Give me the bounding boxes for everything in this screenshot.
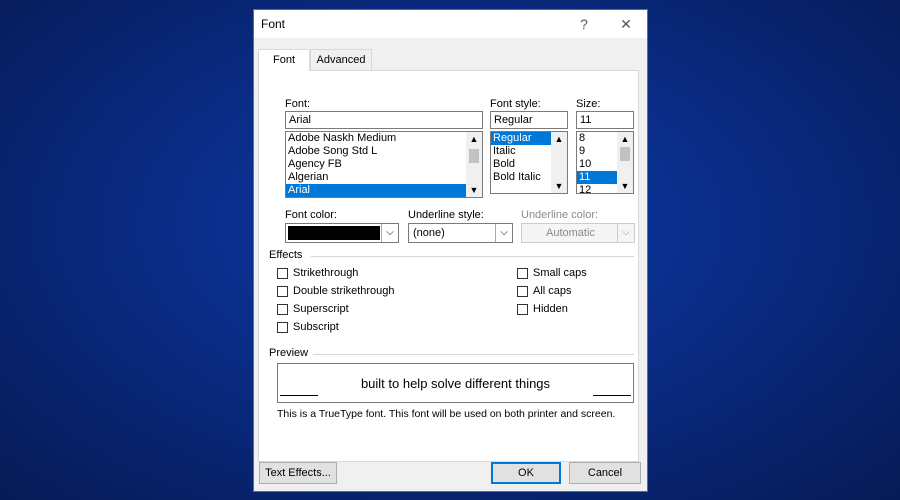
chevron-down-icon[interactable]: ⌵ bbox=[381, 224, 398, 242]
checkbox-strikethrough[interactable] bbox=[277, 268, 288, 279]
font-list[interactable]: Adobe Naskh Medium Adobe Song Std L Agency… bbox=[285, 131, 483, 198]
font-list-item[interactable]: Adobe Naskh Medium bbox=[286, 132, 482, 145]
font-color-swatch bbox=[288, 226, 380, 240]
preview-baseline-left bbox=[280, 395, 318, 396]
preview-box: built to help solve different things bbox=[277, 363, 634, 403]
chevron-down-icon: ⌵ bbox=[617, 224, 634, 242]
size-list[interactable]: 8 9 10 11 12 ▲ ▼ bbox=[576, 131, 634, 194]
scroll-thumb[interactable] bbox=[469, 149, 479, 163]
underline-style-label: Underline style: bbox=[408, 209, 484, 221]
checkbox-double-strikethrough[interactable] bbox=[277, 286, 288, 297]
underline-color-dropdown: Automatic ⌵ bbox=[521, 223, 635, 243]
checkbox-superscript[interactable] bbox=[277, 304, 288, 315]
font-tab-panel: Font: Arial Adobe Naskh Medium Adobe Song… bbox=[258, 70, 639, 462]
tab-advanced[interactable]: Advanced bbox=[310, 49, 372, 71]
preview-note: This is a TrueType font. This font will … bbox=[277, 408, 616, 420]
cancel-button[interactable]: Cancel bbox=[569, 462, 641, 484]
size-label: Size: bbox=[576, 98, 601, 110]
effects-divider bbox=[311, 256, 634, 257]
font-dialog: Font ? ✕ Font Advanced Font: Arial Adobe… bbox=[253, 9, 648, 492]
checkbox-small-caps[interactable] bbox=[517, 268, 528, 279]
preview-heading: Preview bbox=[269, 347, 309, 359]
size-input[interactable]: 11 bbox=[576, 111, 634, 129]
scroll-up-icon[interactable]: ▲ bbox=[617, 132, 633, 146]
chevron-down-icon[interactable]: ⌵ bbox=[495, 224, 512, 242]
underline-color-label: Underline color: bbox=[521, 209, 599, 221]
size-list-scrollbar[interactable]: ▲ ▼ bbox=[617, 132, 633, 193]
checkbox-label[interactable]: Strikethrough bbox=[293, 267, 358, 279]
scroll-up-icon[interactable]: ▲ bbox=[466, 132, 482, 146]
font-style-label: Font style: bbox=[490, 98, 541, 110]
preview-sample-text: built to help solve different things bbox=[360, 376, 551, 391]
scroll-up-icon[interactable]: ▲ bbox=[551, 132, 567, 146]
font-label: Font: bbox=[285, 98, 311, 110]
help-button[interactable]: ? bbox=[572, 13, 596, 35]
checkbox-hidden[interactable] bbox=[517, 304, 528, 315]
ok-button[interactable]: OK bbox=[491, 462, 561, 484]
font-style-scrollbar[interactable]: ▲ ▼ bbox=[551, 132, 567, 193]
scroll-thumb[interactable] bbox=[620, 147, 630, 161]
preview-baseline-right bbox=[593, 395, 631, 396]
scroll-down-icon[interactable]: ▼ bbox=[551, 179, 567, 193]
text-effects-button[interactable]: Text Effects... bbox=[259, 462, 337, 484]
font-list-scrollbar[interactable]: ▲ ▼ bbox=[466, 132, 482, 197]
preview-divider bbox=[313, 354, 634, 355]
underline-style-value: (none) bbox=[413, 227, 445, 239]
underline-color-value: Automatic bbox=[546, 227, 595, 239]
checkbox-all-caps[interactable] bbox=[517, 286, 528, 297]
close-button[interactable]: ✕ bbox=[614, 13, 638, 35]
tab-font[interactable]: Font bbox=[258, 49, 310, 71]
checkbox-label[interactable]: Superscript bbox=[293, 303, 349, 315]
font-name-input[interactable]: Arial bbox=[285, 111, 483, 129]
font-style-input[interactable]: Regular bbox=[490, 111, 568, 129]
scroll-down-icon[interactable]: ▼ bbox=[466, 183, 482, 197]
font-color-label: Font color: bbox=[285, 209, 337, 221]
font-list-item[interactable]: Agency FB bbox=[286, 158, 482, 171]
scroll-down-icon[interactable]: ▼ bbox=[617, 179, 633, 193]
checkbox-label[interactable]: Small caps bbox=[533, 267, 587, 279]
title-bar: Font ? ✕ bbox=[254, 10, 647, 38]
checkbox-label[interactable]: Double strikethrough bbox=[293, 285, 395, 297]
checkbox-subscript[interactable] bbox=[277, 322, 288, 333]
dialog-title: Font bbox=[261, 17, 286, 31]
checkbox-label[interactable]: All caps bbox=[533, 285, 572, 297]
checkbox-label[interactable]: Hidden bbox=[533, 303, 568, 315]
font-list-item[interactable]: Algerian bbox=[286, 171, 482, 184]
font-color-dropdown[interactable]: ⌵ bbox=[285, 223, 399, 243]
effects-heading: Effects bbox=[269, 249, 303, 261]
underline-style-dropdown[interactable]: (none) ⌵ bbox=[408, 223, 513, 243]
font-list-item[interactable]: Arial bbox=[286, 184, 482, 197]
checkbox-label[interactable]: Subscript bbox=[293, 321, 339, 333]
font-list-item[interactable]: Adobe Song Std L bbox=[286, 145, 482, 158]
font-style-list[interactable]: Regular Italic Bold Bold Italic ▲ ▼ bbox=[490, 131, 568, 194]
